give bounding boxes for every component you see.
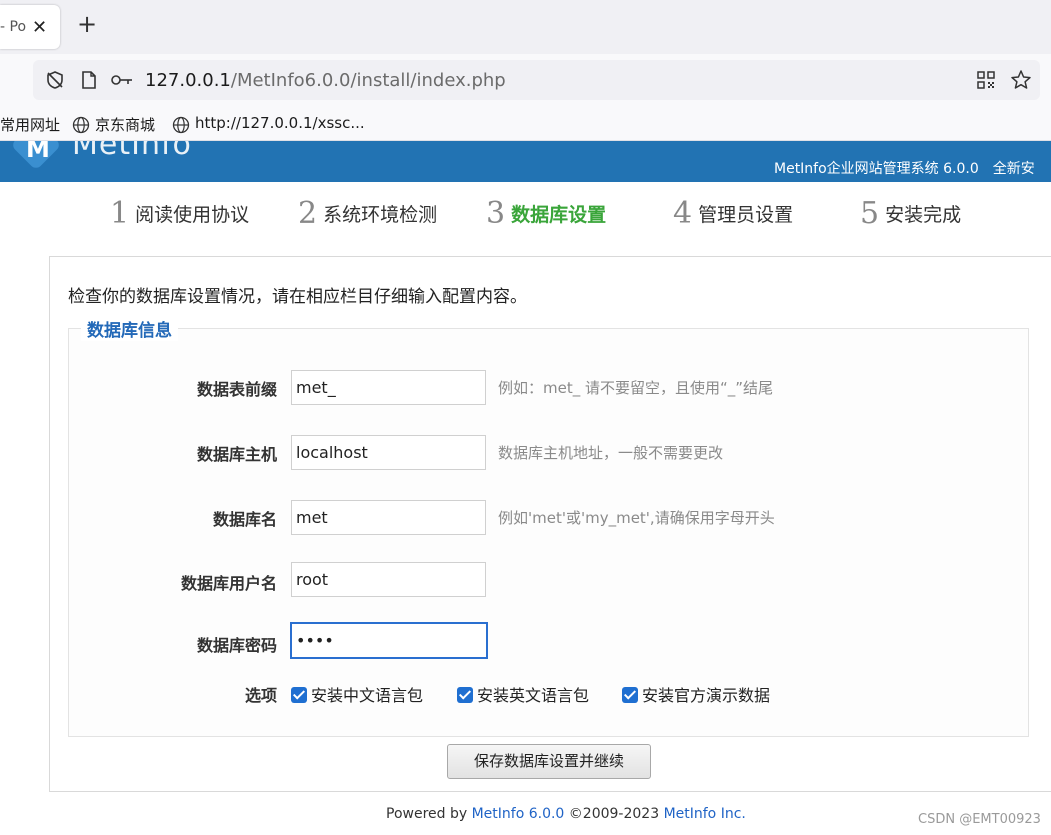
step-label: 安装完成 — [885, 204, 962, 226]
option-label: 安装中文语言包 — [311, 686, 424, 705]
db-name-input[interactable] — [291, 500, 486, 535]
option-label: 安装英文语言包 — [477, 686, 590, 705]
url-text[interactable]: 127.0.0.1/MetInfo6.0.0/install/index.php — [145, 70, 506, 91]
globe-icon — [172, 116, 190, 134]
step-label: 管理员设置 — [698, 204, 794, 226]
step-number: 3 — [486, 196, 506, 231]
key-icon[interactable] — [111, 73, 133, 87]
db-user-label: 数据库用户名 — [180, 574, 277, 593]
options-label: 选项 — [244, 686, 277, 705]
address-bar[interactable]: 127.0.0.1/MetInfo6.0.0/install/index.php — [33, 60, 1040, 100]
logo-text: MetInfo — [72, 141, 192, 162]
system-title: MetInfo企业网站管理系统 6.0.0 — [774, 161, 979, 177]
logo-glyph: M — [26, 141, 50, 163]
new-tab-button[interactable]: + — [77, 12, 97, 36]
footer: Powered by MetInfo 6.0.0 ©2009-2023 MetI… — [386, 806, 746, 822]
shield-off-icon[interactable] — [45, 70, 65, 90]
page-icon[interactable] — [80, 70, 98, 90]
step-item-active: 3 数据库设置 — [486, 196, 606, 231]
url-host: 127.0.0.1 — [145, 70, 231, 91]
step-item: 5 安装完成 — [860, 196, 961, 231]
table-prefix-hint: 例如：met_ 请不要留空，且使用“_”结尾 — [498, 379, 774, 397]
step-number: 1 — [110, 196, 130, 231]
db-host-input[interactable] — [291, 435, 486, 470]
table-prefix-input[interactable] — [291, 370, 486, 405]
option-label: 安装官方演示数据 — [642, 686, 771, 705]
url-path: /MetInfo6.0.0/install/index.php — [230, 70, 506, 91]
bookmark-item[interactable]: 常用网址 — [0, 114, 60, 135]
db-name-hint: 例如'met'或'my_met',请确保用字母开头 — [498, 509, 775, 527]
db-host-hint: 数据库主机地址，一般不需要更改 — [498, 444, 724, 462]
bookmark-item[interactable]: 京东商城 — [95, 114, 155, 135]
globe-icon — [72, 116, 90, 134]
step-number: 4 — [673, 196, 693, 231]
db-password-label: 数据库密码 — [196, 636, 277, 655]
star-icon[interactable] — [1010, 69, 1032, 91]
powered-by-text: Powered by — [386, 806, 472, 822]
step-item: 4 管理员设置 — [673, 196, 793, 231]
checkbox-checked-icon[interactable] — [457, 687, 473, 703]
navigation-bar: 127.0.0.1/MetInfo6.0.0/install/index.php — [0, 54, 1051, 106]
install-steps: 1 阅读使用协议 2 系统环境检测 3 数据库设置 4 管理员设置 5 安装完成 — [0, 196, 1051, 240]
install-type: 全新安 — [992, 161, 1035, 177]
company-link[interactable]: MetInfo Inc. — [664, 806, 746, 822]
step-item: 2 系统环境检测 — [298, 196, 437, 231]
step-number: 2 — [298, 196, 318, 231]
option-install-english[interactable]: 安装英文语言包 — [457, 682, 589, 706]
step-label: 数据库设置 — [511, 204, 607, 226]
browser-tab-bar: - Po ✕ + — [0, 0, 1051, 54]
save-and-continue-button[interactable]: 保存数据库设置并继续 — [447, 744, 651, 779]
watermark: CSDN @EMT00923 — [918, 812, 1041, 827]
db-user-input[interactable] — [291, 562, 486, 597]
option-install-chinese[interactable]: 安装中文语言包 — [291, 682, 423, 706]
db-name-label: 数据库名 — [212, 510, 277, 529]
copyright-text: ©2009-2023 — [564, 806, 664, 822]
step-label: 系统环境检测 — [323, 204, 438, 226]
header-system-title: MetInfo企业网站管理系统 6.0.0 全新安 — [774, 158, 1035, 178]
fieldset-legend: 数据库信息 — [81, 316, 178, 341]
product-link[interactable]: MetInfo 6.0.0 — [472, 806, 565, 822]
step-number: 5 — [860, 196, 880, 231]
option-install-demo-data[interactable]: 安装官方演示数据 — [622, 682, 770, 706]
checkbox-checked-icon[interactable] — [291, 687, 307, 703]
step-label: 阅读使用协议 — [135, 204, 250, 226]
bookmarks-bar: 常用网址 京东商城 http://127.0.0.1/xssc... — [0, 106, 1051, 141]
step-item: 1 阅读使用协议 — [110, 196, 249, 231]
db-password-input[interactable] — [290, 622, 488, 659]
checkbox-checked-icon[interactable] — [622, 687, 638, 703]
table-prefix-label: 数据表前缀 — [196, 380, 277, 399]
bookmark-item[interactable]: http://127.0.0.1/xssc... — [195, 114, 365, 132]
browser-tab[interactable]: - Po ✕ — [0, 5, 60, 49]
close-tab-icon[interactable]: ✕ — [32, 17, 47, 38]
qr-code-icon[interactable] — [976, 70, 996, 90]
site-header: M MetInfo MetInfo企业网站管理系统 6.0.0 全新安 — [0, 141, 1051, 182]
intro-text: 检查你的数据库设置情况，请在相应栏目仔细输入配置内容。 — [68, 287, 527, 307]
tab-title: - Po — [0, 19, 27, 35]
db-host-label: 数据库主机 — [196, 445, 277, 464]
